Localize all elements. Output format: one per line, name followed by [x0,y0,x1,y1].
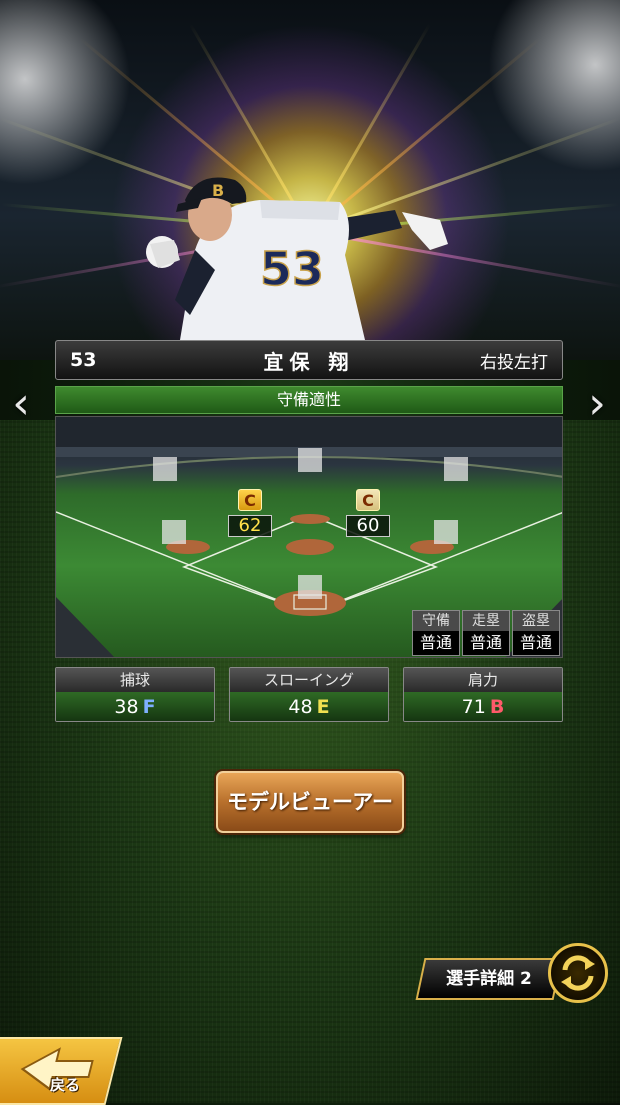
stat-grade: E [316,696,330,718]
section-title: 守備適性 [55,386,563,414]
speed-value: 普通 [413,631,459,655]
speed-label: 盗塁 [513,611,559,631]
stat-label: 捕球 [56,668,214,692]
speed-label: 走塁 [463,611,509,631]
model-viewer-button[interactable]: モデルビューアー [216,771,404,833]
svg-text:B: B [212,181,224,200]
stat-grade: B [489,696,505,718]
shortstop-grade: C [238,489,262,511]
position-third-base[interactable] [162,520,186,544]
speed-ratings-table: 守備 普通 走塁 普通 盗塁 普通 [410,610,560,656]
stat-value-row: 38 F [56,692,214,721]
stat-grade: F [142,696,156,718]
second-base-grade: C [356,489,380,511]
speed-col-defense: 守備 普通 [412,610,460,656]
shortstop-value: 62 [228,515,272,537]
player-detail-button[interactable]: 選手詳細 2 [415,958,563,1000]
stat-value-row: 48 E [230,692,388,721]
chevron-left-icon[interactable]: ‹ [6,378,36,429]
stat-value: 71 [461,696,486,718]
defense-field-diagram: C 62 C 60 守備 普通 走塁 普通 盗塁 普通 [55,416,563,658]
position-right-field[interactable] [444,457,468,481]
player-number: 53 [70,349,97,371]
svg-text:53: 53 [260,242,324,296]
player-detail-label: 選手詳細 2 [446,969,532,989]
stat-label: スローイング [230,668,388,692]
position-left-field[interactable] [153,457,177,481]
stat-value: 48 [288,696,313,718]
second-base-value: 60 [346,515,390,537]
position-first-base[interactable] [434,520,458,544]
stat-value: 38 [114,696,139,718]
stat-catching: 捕球 38 F [55,667,215,722]
stat-value-row: 71 B [404,692,562,721]
stat-arm-strength: 肩力 71 B [403,667,563,722]
position-center-field[interactable] [298,448,322,472]
speed-value: 普通 [463,631,509,655]
swap-arrows-icon[interactable] [548,943,608,1003]
stat-label: 肩力 [404,668,562,692]
position-catcher[interactable] [298,575,322,599]
speed-col-steal: 盗塁 普通 [512,610,560,656]
player-header-bar: 53 宜保 翔 右投左打 [55,340,563,380]
speed-value: 普通 [513,631,559,655]
player-handedness: 右投左打 [480,352,548,373]
stat-throwing: スローイング 48 E [229,667,389,722]
chevron-right-icon[interactable]: › [582,378,612,429]
speed-label: 守備 [413,611,459,631]
back-label: 戻る [50,1076,81,1094]
speed-col-baserunning: 走塁 普通 [462,610,510,656]
player-portrait: 53 B [146,177,448,340]
